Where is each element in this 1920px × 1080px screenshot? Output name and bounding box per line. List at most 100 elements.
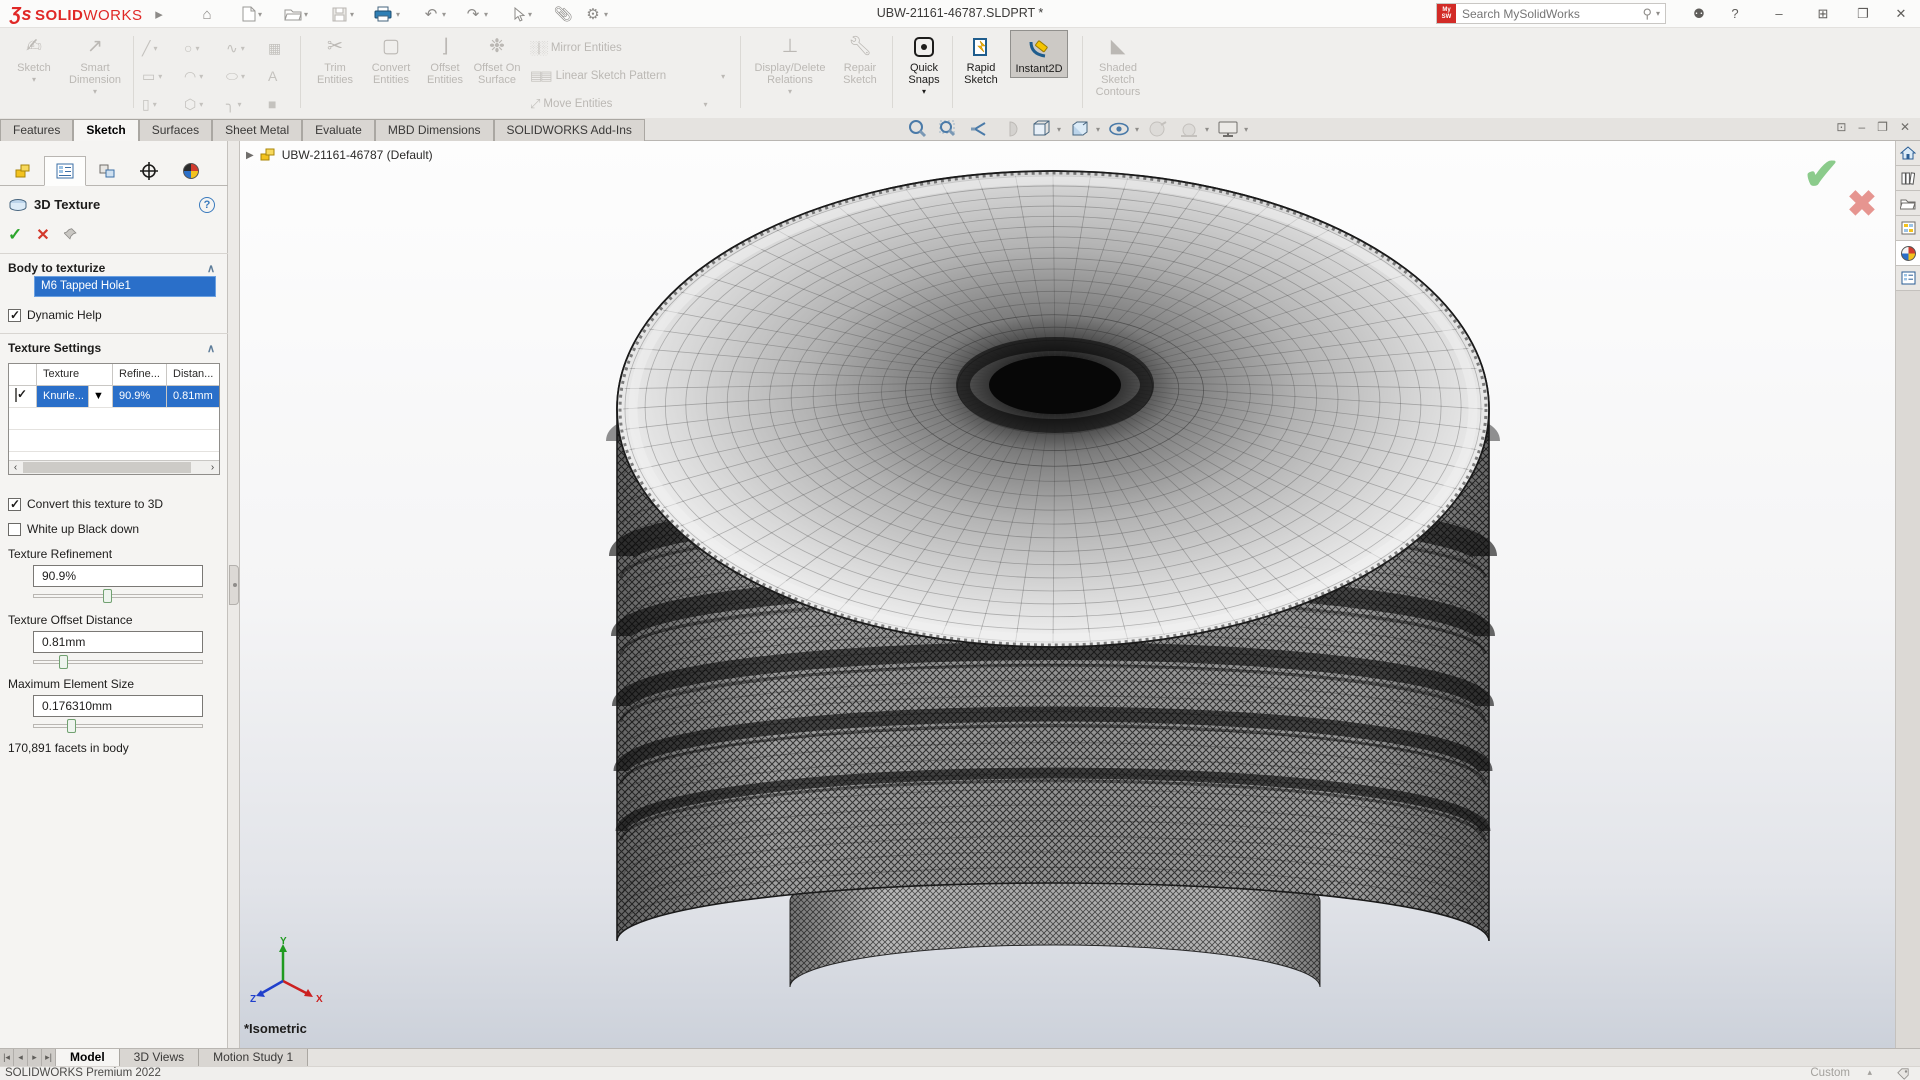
ribbon-convert-entities-button[interactable]: ▢ Convert Entities xyxy=(364,34,418,86)
section-view-icon[interactable] xyxy=(998,119,1022,139)
taskpane-custom-properties-tab[interactable] xyxy=(1896,266,1920,291)
3d-model-mesh[interactable] xyxy=(240,141,1895,1048)
ribbon-instant2d-button[interactable]: Instant2D xyxy=(1010,30,1068,78)
ribbon-mirror-entities-button[interactable]: ░|░ Mirror Entities xyxy=(530,40,622,55)
fillet-tool[interactable]: ╮ ▾ xyxy=(226,96,241,113)
units-caret-icon[interactable]: ▴ xyxy=(1867,1067,1872,1078)
doc-close-icon[interactable]: ✕ xyxy=(1900,120,1910,134)
model-tab[interactable]: Model xyxy=(56,1049,120,1066)
ribbon-linear-pattern-button[interactable]: ▤▤ Linear Sketch Pattern ▾ xyxy=(530,68,725,84)
view-settings-icon[interactable] xyxy=(1216,119,1240,139)
taskpane-file-explorer-tab[interactable] xyxy=(1896,191,1920,216)
texture-settings-label[interactable]: Texture Settings xyxy=(8,341,101,355)
body-selection-item[interactable]: M6 Tapped Hole1 xyxy=(34,276,216,297)
confirm-ok-icon[interactable]: ✔ xyxy=(1803,149,1840,200)
refinement-input[interactable]: 90.9% xyxy=(33,565,203,587)
white-up-checkbox[interactable] xyxy=(8,522,21,536)
ellipse-tool[interactable]: ⬭︎ ▾ xyxy=(226,68,245,85)
search-box[interactable]: MySW ⚲ ▾ xyxy=(1436,3,1666,24)
tab-evaluate[interactable]: Evaluate xyxy=(302,119,375,141)
ribbon-quick-snaps-button[interactable]: Quick Snaps ▾ xyxy=(900,34,948,98)
minimize-button[interactable]: – xyxy=(1766,3,1792,25)
apply-scene-icon[interactable] xyxy=(1177,119,1201,139)
refinement-slider-thumb[interactable] xyxy=(102,589,112,603)
arc-tool[interactable]: ◠ ▾ xyxy=(184,68,203,85)
first-tab-button[interactable]: |◂ xyxy=(0,1049,14,1066)
view-settings-caret[interactable]: ▾ xyxy=(1244,125,1248,134)
viewport-feature-tree[interactable]: ▶ UBW-21161-46787 (Default) xyxy=(246,148,433,162)
texture-row-checkbox[interactable] xyxy=(15,388,17,402)
tab-sketch[interactable]: Sketch xyxy=(73,119,139,142)
graphics-viewport[interactable]: ▶ UBW-21161-46787 (Default) ✔ ✖ Y X Z *I… xyxy=(240,141,1895,1048)
pin-icon[interactable] xyxy=(63,227,80,243)
offset-slider-thumb[interactable] xyxy=(58,655,68,669)
pm-help-icon[interactable]: ? xyxy=(199,197,215,213)
texture-settings-collapse-icon[interactable]: ∧ xyxy=(207,342,215,355)
ribbon-sketch-button[interactable]: ✍︎ Sketch ▾ xyxy=(8,34,60,86)
ok-button[interactable]: ✓ xyxy=(8,225,22,245)
units-selector[interactable]: Custom xyxy=(1810,1067,1850,1079)
taskpane-appearances-tab[interactable] xyxy=(1896,241,1920,266)
window-layout-button[interactable]: ⊞ xyxy=(1810,3,1836,25)
user-account-icon[interactable]: ⚉ xyxy=(1686,3,1712,25)
tag-icon[interactable] xyxy=(1897,1068,1912,1080)
splitter-handle[interactable] xyxy=(229,565,239,605)
tab-mbd-dimensions[interactable]: MBD Dimensions xyxy=(374,119,494,141)
view-orientation-caret[interactable]: ▾ xyxy=(1057,125,1061,134)
slot-tool[interactable]: ▯ ▾ xyxy=(142,96,157,113)
motion-study-tab[interactable]: Motion Study 1 xyxy=(199,1049,309,1066)
display-style-icon[interactable] xyxy=(1068,119,1092,139)
dimxpert-manager-tab[interactable] xyxy=(128,156,170,186)
max-element-slider-thumb[interactable] xyxy=(67,719,76,733)
display-style-caret[interactable]: ▾ xyxy=(1096,125,1100,134)
scene-caret[interactable]: ▾ xyxy=(1205,125,1209,134)
tab-surfaces[interactable]: Surfaces xyxy=(138,119,213,141)
cancel-button[interactable]: ✕ xyxy=(36,225,49,245)
convert-texture-checkbox[interactable] xyxy=(8,497,21,511)
ribbon-offset-entities-button[interactable]: ⌋ Offset Entities xyxy=(422,34,468,86)
tree-expand-icon[interactable]: ▶ xyxy=(246,150,254,161)
tab-sheet-metal[interactable]: Sheet Metal xyxy=(212,119,303,141)
offset-distance-slider[interactable] xyxy=(33,655,203,669)
dock-pane-icon[interactable]: ⊡ xyxy=(1836,120,1846,134)
refinement-slider[interactable] xyxy=(33,589,203,603)
ribbon-move-entities-button[interactable]: ⤢ Move Entities ▾ xyxy=(530,96,707,112)
ribbon-trim-entities-button[interactable]: ✂︎ Trim Entities xyxy=(310,34,360,86)
previous-view-icon[interactable] xyxy=(967,119,991,139)
taskpane-design-library-tab[interactable] xyxy=(1896,216,1920,241)
doc-restore-icon[interactable]: ❐ xyxy=(1877,120,1888,134)
property-manager-tab[interactable] xyxy=(44,156,86,186)
ribbon-offset-on-surface-button[interactable]: ❉ Offset On Surface xyxy=(472,34,522,86)
3d-views-tab[interactable]: 3D Views xyxy=(119,1049,200,1066)
view-orientation-icon[interactable] xyxy=(1029,119,1053,139)
search-caret[interactable]: ▾ xyxy=(1656,9,1660,18)
texture-table-row[interactable]: Knurle... ▼ 90.9% 0.81mm xyxy=(9,386,219,408)
scroll-thumb[interactable] xyxy=(23,462,191,473)
last-tab-button[interactable]: ▸| xyxy=(42,1049,56,1066)
confirm-cancel-icon[interactable]: ✖ xyxy=(1847,183,1877,225)
search-input[interactable] xyxy=(1456,6,1643,21)
max-element-input[interactable]: 0.176310mm xyxy=(33,695,203,717)
ribbon-smart-dimension-button[interactable]: ↗ Smart Dimension ▾ xyxy=(62,34,128,98)
scroll-left-icon[interactable]: ‹ xyxy=(9,461,22,474)
hide-show-caret[interactable]: ▾ xyxy=(1135,125,1139,134)
help-icon[interactable]: ? xyxy=(1722,3,1748,25)
dynamic-help-checkbox[interactable] xyxy=(8,308,21,322)
polygon-tool[interactable]: ⬡︎ ▾ xyxy=(184,96,203,113)
prev-tab-button[interactable]: ◂ xyxy=(14,1049,28,1066)
panel-splitter[interactable] xyxy=(228,141,240,1048)
ribbon-shaded-contours-button[interactable]: ◣ Shaded Sketch Contours xyxy=(1088,34,1148,98)
body-group-collapse-icon[interactable]: ∧ xyxy=(207,262,215,275)
configuration-manager-tab[interactable] xyxy=(86,156,128,186)
circle-tool[interactable]: ○ ▾ xyxy=(184,40,199,56)
doc-minimize-icon[interactable]: – xyxy=(1858,120,1865,134)
hide-show-items-icon[interactable] xyxy=(1107,119,1131,139)
feature-manager-tab[interactable] xyxy=(2,156,44,186)
point-tool[interactable]: ■ xyxy=(268,96,276,112)
texture-table-hscrollbar[interactable]: ‹ › xyxy=(9,460,219,474)
pattern-tool[interactable]: ▦ xyxy=(268,40,281,57)
tree-item-label[interactable]: UBW-21161-46787 (Default) xyxy=(282,148,433,162)
tab-solidworks-add-ins[interactable]: SOLIDWORKS Add-Ins xyxy=(493,119,645,141)
close-button[interactable]: ✕ xyxy=(1888,3,1914,25)
tab-features[interactable]: Features xyxy=(0,119,74,141)
